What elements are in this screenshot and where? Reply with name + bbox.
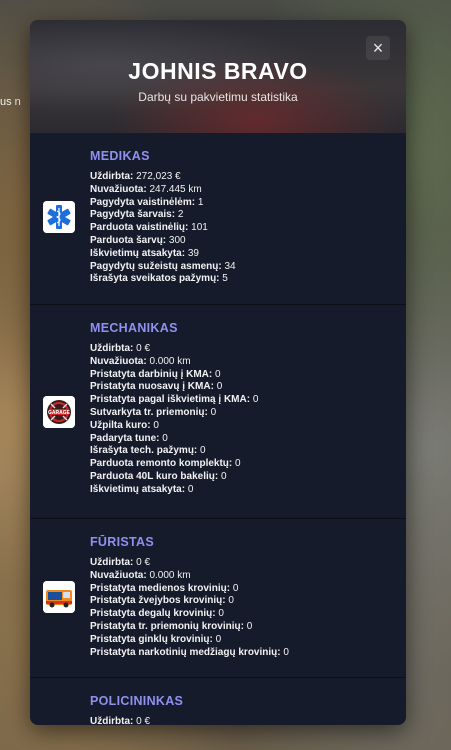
stat-row: Pagydytų sužeistų asmenų: 34 <box>90 260 236 272</box>
section-title: FŪRISTAS <box>90 535 154 549</box>
stat-row: Užpilta kuro: 0 <box>90 419 159 431</box>
section-title: MEDIKAS <box>90 149 150 163</box>
stat-row: Parduota vaistinėlių: 101 <box>90 222 208 234</box>
stat-row: Iškvietimų atsakyta: 0 <box>90 483 194 495</box>
stat-row: Išrašyta tech. pažymų: 0 <box>90 445 206 457</box>
stat-row: Pristatyta darbinių į KMA: 0 <box>90 368 221 380</box>
job-sections-list[interactable]: MEDIKAS Uždirbta: 272,023 € Nuvažiuota: … <box>30 133 406 725</box>
stat-row: Uždirbta: 0 € <box>90 716 151 725</box>
stats-list: Uždirbta: 272,023 € Nuvažiuota: 247.445 … <box>90 171 406 286</box>
stat-row: Pagydyta vaistinėlėm: 1 <box>90 196 204 208</box>
stat-row: Pagydyta šarvais: 2 <box>90 209 184 221</box>
stat-row: Pristatyta pagal iškvietimą į KMA: 0 <box>90 394 259 406</box>
stat-row: Nuvažiuota: 0.000 km <box>90 569 191 581</box>
stat-row: Sutvarkyta tr. priemonių: 0 <box>90 406 217 418</box>
stat-row: Padaryta tune: 0 <box>90 432 168 444</box>
stat-row: Parduota remonto komplektų: 0 <box>90 458 241 470</box>
section-title: MECHANIKAS <box>90 321 178 335</box>
svg-text:GARAGE: GARAGE <box>48 410 71 416</box>
stat-row: Išrašyta sveikatos pažymų: 5 <box>90 273 228 285</box>
section-title: POLICININKAS <box>90 694 184 708</box>
stat-row: Pristatyta žvejybos krovinių: 0 <box>90 595 234 607</box>
stat-row: Parduota 40L kuro bakelių: 0 <box>90 470 227 482</box>
close-button[interactable]: × <box>366 36 390 60</box>
stat-row: Pristatyta degalų krovinių: 0 <box>90 608 224 620</box>
stat-row: Pristatyta tr. priemonių krovinių: 0 <box>90 620 253 632</box>
stat-row: Uždirbta: 272,023 € <box>90 171 181 182</box>
stat-row: Pristatyta nuosavų į KMA: 0 <box>90 381 223 393</box>
stat-row: Pristatyta ginklų krovinių: 0 <box>90 633 222 645</box>
stat-row: Pristatyta medienos krovinių: 0 <box>90 582 239 594</box>
background-partial-text: us n <box>0 96 21 108</box>
panel-header: × JOHNIS BRAVO Darbų su pakvietimu stati… <box>30 20 406 133</box>
job-section-policininkas: POLICININKAS Uždirbta: 0 € <box>30 678 406 725</box>
stats-list: Uždirbta: 0 € <box>90 716 406 725</box>
job-section-furistas: FŪRISTAS Uždirbta: 0 € Nuvažiuota: 0.000… <box>30 519 406 678</box>
stats-list: Uždirbta: 0 € Nuvažiuota: 0.000 km Prist… <box>90 557 406 659</box>
truck-icon <box>43 581 75 613</box>
job-section-mechanikas: MECHANIKAS GARAGE Uždirbta: 0 € Nuvažiuo… <box>30 305 406 519</box>
stat-row: Nuvažiuota: 247.445 km <box>90 183 202 195</box>
stat-row: Uždirbta: 0 € <box>90 557 151 568</box>
stats-list: Uždirbta: 0 € Nuvažiuota: 0.000 km Prist… <box>90 343 406 497</box>
player-name-title: JOHNIS BRAVO <box>128 58 308 84</box>
stat-row: Uždirbta: 0 € <box>90 343 151 354</box>
stat-row: Iškvietimų atsakyta: 39 <box>90 247 199 259</box>
job-section-medikas: MEDIKAS Uždirbta: 272,023 € Nuvažiuota: … <box>30 133 406 305</box>
stat-row: Pristatyta narkotinių medžiagų krovinių:… <box>90 646 289 658</box>
stat-row: Parduota šarvų: 300 <box>90 234 186 246</box>
garage-logo-icon: GARAGE <box>43 396 75 428</box>
star-of-life-icon <box>43 201 75 233</box>
job-stats-panel: × JOHNIS BRAVO Darbų su pakvietimu stati… <box>30 20 406 725</box>
stat-row: Nuvažiuota: 0.000 km <box>90 355 191 367</box>
panel-subtitle: Darbų su pakvietimu statistika <box>138 90 298 104</box>
